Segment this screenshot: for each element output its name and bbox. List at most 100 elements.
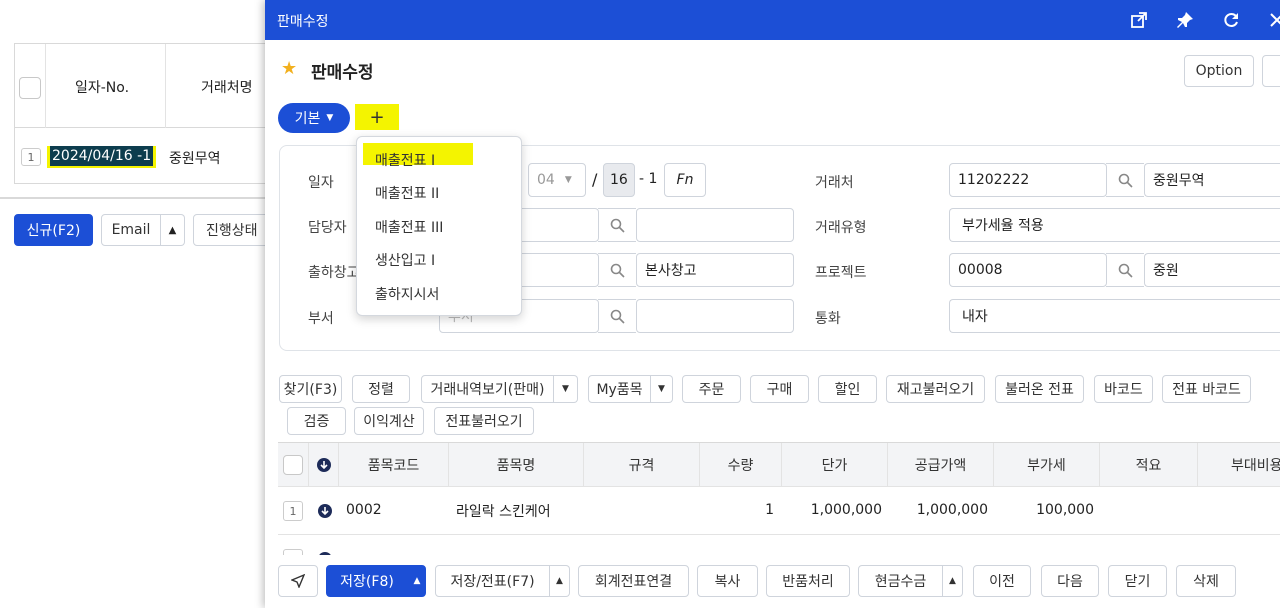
header-qty[interactable]: 수량 — [700, 443, 782, 487]
save-slip-caret-icon[interactable]: ▲ — [550, 565, 570, 597]
cell-price[interactable]: 1,000,000 — [782, 502, 882, 518]
loaded-slip-button[interactable]: 불러온 전표 — [995, 375, 1084, 403]
col-date-header[interactable]: 일자-No. — [75, 77, 129, 97]
dept-label: 부서 — [308, 311, 334, 327]
refresh-icon[interactable] — [1219, 8, 1243, 32]
search-icon[interactable] — [598, 253, 636, 287]
fn-button[interactable]: Fn — [664, 163, 706, 197]
validate-button[interactable]: 검증 — [287, 407, 346, 435]
row-down-icon[interactable] — [317, 503, 333, 523]
my-items-button[interactable]: My품목 — [588, 375, 651, 403]
email-button[interactable]: Email — [101, 214, 161, 246]
profit-calc-button[interactable]: 이익계산 — [354, 407, 424, 435]
currency-label: 통화 — [815, 311, 841, 327]
email-caret-icon[interactable]: ▲ — [161, 214, 185, 246]
load-inventory-button[interactable]: 재고불러오기 — [886, 375, 985, 403]
menu-item-sales-slip-1[interactable]: 매출전표 I — [375, 150, 435, 170]
new-button[interactable]: 신규(F2) — [14, 214, 93, 246]
menu-item-shipping-order[interactable]: 출하지시서 — [375, 284, 439, 304]
cell-item-code[interactable]: 0002 — [346, 502, 382, 518]
cell-supply[interactable]: 1,000,000 — [888, 502, 988, 518]
row-down-icon[interactable] — [317, 551, 333, 555]
sort-down-icon[interactable] — [309, 443, 339, 487]
status-button[interactable]: 진행상태 — [193, 214, 273, 246]
next-button[interactable]: 다음 — [1041, 565, 1099, 597]
header-vat[interactable]: 부가세 — [994, 443, 1100, 487]
close-button[interactable]: 닫기 — [1108, 565, 1167, 597]
order-button[interactable]: 주문 — [682, 375, 741, 403]
grid-header-row: 품목코드 품목명 규격 수량 단가 공급가액 부가세 적요 부대비용 — [278, 443, 1280, 487]
customer-code-input[interactable]: 11202222 — [949, 163, 1107, 197]
delete-button[interactable]: 삭제 — [1176, 565, 1236, 597]
header-item-code[interactable]: 품목코드 — [339, 443, 449, 487]
cell-vat[interactable]: 100,000 — [994, 502, 1094, 518]
copy-button[interactable]: 복사 — [697, 565, 758, 597]
tab-basic[interactable]: 기본 ▼ — [278, 103, 350, 133]
acct-link-button[interactable]: 회계전표연결 — [578, 565, 689, 597]
header-price[interactable]: 단가 — [782, 443, 888, 487]
barcode-button[interactable]: 바코드 — [1094, 375, 1153, 403]
date-month-select[interactable]: 04 ▼ — [528, 163, 586, 197]
add-tab-dropdown: 매출전표 I 매출전표 II 매출전표 III 생산입고 I 출하지시서 — [356, 136, 522, 316]
chevron-down-icon[interactable]: ▼ — [651, 375, 673, 403]
row-date-link[interactable]: 2024/04/16 -1 — [50, 146, 154, 166]
header-memo[interactable]: 적요 — [1100, 443, 1198, 487]
open-new-window-icon[interactable] — [1127, 8, 1151, 32]
trade-type-select[interactable]: 부가세율 적용 — [949, 208, 1280, 242]
discount-button[interactable]: 할인 — [818, 375, 877, 403]
project-code-input[interactable]: 00008 — [949, 253, 1107, 287]
search-icon[interactable] — [598, 208, 636, 242]
sort-button[interactable]: 정렬 — [352, 375, 410, 403]
favorite-star-icon[interactable]: ★ — [281, 58, 297, 79]
search-icon[interactable] — [1106, 253, 1144, 287]
pin-icon[interactable] — [1173, 8, 1197, 32]
cell-qty[interactable]: 1 — [700, 502, 774, 518]
menu-item-production-receipt[interactable]: 생산입고 I — [375, 250, 435, 270]
return-button[interactable]: 반품처리 — [766, 565, 850, 597]
customer-name-input[interactable]: 중원무역 — [1144, 163, 1280, 197]
menu-item-sales-slip-2[interactable]: 매출전표 II — [375, 183, 439, 203]
header-spec[interactable]: 규격 — [584, 443, 700, 487]
header-supply-amount[interactable]: 공급가액 — [888, 443, 994, 487]
menu-item-sales-slip-3[interactable]: 매출전표 III — [375, 217, 443, 237]
header-item-name[interactable]: 품목명 — [449, 443, 584, 487]
date-day-input[interactable]: 16 — [603, 163, 635, 197]
more-button[interactable] — [1262, 55, 1280, 87]
cash-collect-button[interactable]: 현금수금 — [858, 565, 943, 597]
grid-select-all-checkbox[interactable] — [283, 455, 303, 475]
highlight-marker: 2024/04/16 -1 — [47, 146, 157, 168]
slip-barcode-button[interactable]: 전표 바코드 — [1162, 375, 1251, 403]
warehouse-name-input[interactable]: 본사창고 — [636, 253, 794, 287]
save-button[interactable]: 저장(F8) — [326, 565, 408, 597]
save-slip-button[interactable]: 저장/전표(F7) — [435, 565, 550, 597]
search-icon[interactable] — [1106, 163, 1144, 197]
search-icon[interactable] — [598, 299, 636, 333]
prev-button[interactable]: 이전 — [973, 565, 1031, 597]
add-tab-button[interactable]: + — [355, 104, 399, 130]
table-row[interactable]: 2 — [278, 535, 1280, 555]
trade-history-button[interactable]: 거래내역보기(판매) — [421, 375, 554, 403]
table-row[interactable]: 1 2024/04/16 -1 중원무역 — [15, 128, 265, 184]
select-all-checkbox[interactable] — [19, 77, 41, 99]
send-icon[interactable] — [278, 565, 318, 597]
find-button[interactable]: 찾기(F3) — [279, 375, 342, 403]
table-row[interactable]: 1 0002 라일락 스킨케어 1 1,000,000 1,000,000 10… — [278, 487, 1280, 535]
close-icon[interactable] — [1265, 8, 1280, 32]
load-slip-button[interactable]: 전표불러오기 — [434, 407, 534, 435]
purchase-button[interactable]: 구매 — [750, 375, 809, 403]
currency-select[interactable]: 내자 — [949, 299, 1280, 333]
trade-type-label: 거래유형 — [815, 220, 867, 236]
cash-caret-icon[interactable]: ▲ — [943, 565, 963, 597]
date-seq: - 1 — [639, 171, 658, 187]
cell-item-name[interactable]: 라일락 스킨케어 — [456, 501, 551, 521]
col-customer-header[interactable]: 거래처명 — [201, 77, 253, 97]
save-caret-icon[interactable]: ▲ — [408, 565, 426, 597]
chevron-down-icon[interactable]: ▼ — [554, 375, 578, 403]
manager-name-input[interactable] — [636, 208, 794, 242]
header-extra-cost[interactable]: 부대비용 — [1198, 443, 1280, 487]
tab-basic-label: 기본 — [294, 111, 321, 127]
project-name-input[interactable]: 중원 — [1144, 253, 1280, 287]
option-button[interactable]: Option — [1184, 55, 1254, 87]
date-separator: / — [592, 170, 598, 189]
dept-name-input[interactable] — [636, 299, 794, 333]
